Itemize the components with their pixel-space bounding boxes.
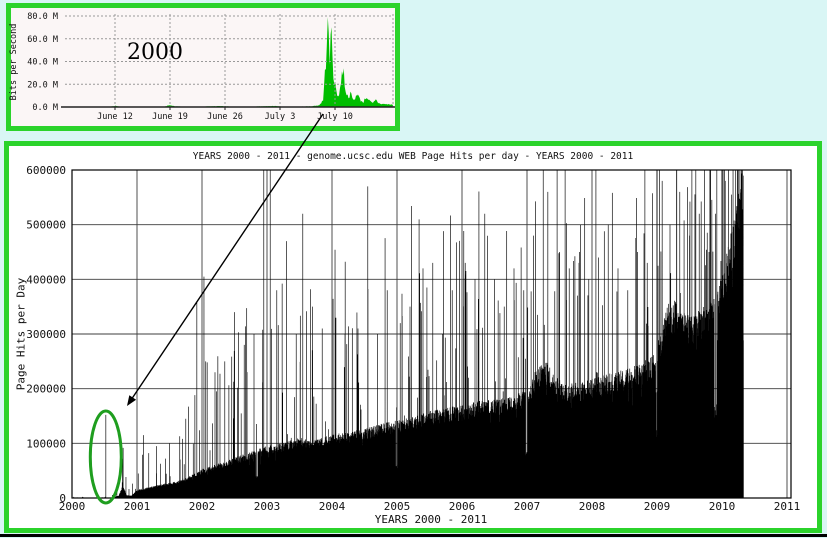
inset-y-tick-label: 40.0 M [27,58,58,68]
inset-x-tick-label: June 19 [152,112,188,122]
main-x-tick-label: 2002 [189,500,216,513]
main-x-tick-label: 2001 [124,500,151,513]
main-x-tick-label: 2000 [59,500,86,513]
inset-x-tick-label: July 10 [317,112,353,122]
main-y-tick-label: 100000 [26,437,66,450]
main-x-tick-label: 2011 [774,500,801,513]
main-x-tick-label: 2006 [449,500,476,513]
inset-x-tick-label: July 3 [265,112,296,122]
main-y-axis-label: Page Hits per Day [14,277,28,391]
main-x-axis-label: YEARS 2000 - 2011 [374,513,488,526]
inset-y-axis-label: Bits per Second [9,23,19,101]
inset-x-tick-label: June 12 [97,112,133,122]
chart-layer: 80.0 M 60.0 M 40.0 M 20.0 M 0.0 M June 12 June… [26,12,801,513]
main-x-tick-label: 2009 [644,500,671,513]
inset-traffic-area [64,17,393,108]
main-x-tick-label: 2003 [254,500,281,513]
main-y-tick-label: 200000 [26,383,66,396]
main-y-tick-label: 600000 [26,164,66,177]
main-x-tick-label: 2007 [514,500,541,513]
slide-canvas: 80.0 M 60.0 M 40.0 M 20.0 M 0.0 M June 12 June… [0,0,827,538]
inset-y-tick-label: 60.0 M [27,35,58,45]
main-y-tick-label: 400000 [26,273,66,286]
main-x-tick-label: 2008 [579,500,606,513]
inset-x-tick-label: June 26 [207,112,243,122]
main-y-tick-label: 500000 [26,219,66,232]
main-chart-title: YEARS 2000 - 2011 - genome.ucsc.edu WEB … [192,151,634,162]
main-x-tick-label: 2005 [384,500,411,513]
inset-y-tick-label: 80.0 M [27,12,58,22]
main-x-tick-label: 2010 [709,500,736,513]
annotation-arrow-head [127,395,137,406]
main-y-tick-label: 300000 [26,328,66,341]
inset-y-tick-label: 0.0 M [32,103,58,113]
main-x-tick-label: 2004 [319,500,346,513]
inset-y-tick-label: 20.0 M [27,80,58,90]
inset-annotation-2000: 2000 [127,40,183,65]
